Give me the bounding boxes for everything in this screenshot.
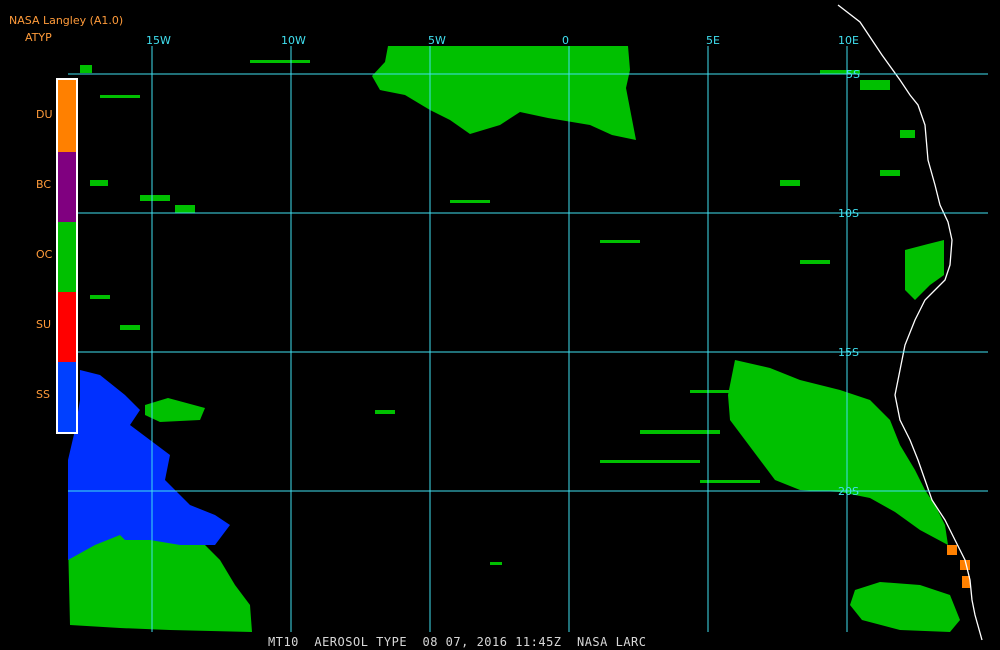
lon-label: 0 [562, 34, 569, 47]
lon-label: 5E [706, 34, 720, 47]
lon-label: 15W [146, 34, 171, 47]
lat-label: 5S [846, 68, 860, 81]
lon-label: 10W [281, 34, 306, 47]
product-title: NASA Langley (A1.0) [9, 14, 124, 27]
oc-speckles [80, 60, 915, 565]
lon-label: 10E [838, 34, 859, 47]
product-subtitle: ATYP [25, 31, 52, 44]
coastline [837, 4, 983, 641]
oc-small-west [145, 398, 205, 422]
legend-label-du: DU [36, 108, 53, 121]
legend-swatch-ss [58, 362, 76, 432]
legend-swatch-bc [58, 152, 76, 222]
aerosol-regions [68, 46, 970, 632]
legend-swatch-oc [58, 222, 76, 292]
lat-label: 15S [838, 346, 859, 359]
legend-label-bc: BC [36, 178, 52, 191]
ss-southwest [68, 370, 230, 560]
lon-label: 5W [428, 34, 446, 47]
color-legend [56, 78, 78, 434]
aerosol-map: 15W 10W 5W 0 5E 10E 5S 10S 15S 20S [68, 4, 988, 641]
oc-plume-north [372, 46, 636, 140]
oc-southeast-lower [850, 582, 960, 632]
lat-label: 10S [838, 207, 859, 220]
du-spot-1 [947, 545, 957, 555]
legend-label-oc: OC [36, 248, 53, 261]
legend-swatch-du [58, 80, 76, 152]
lat-label: 20S [838, 485, 859, 498]
legend-swatch-su [58, 292, 76, 362]
legend-label-su: SU [36, 318, 52, 331]
oc-coast-east [905, 240, 944, 300]
legend-label-ss: SS [36, 388, 50, 401]
footer-caption: MT10 AEROSOL TYPE 08 07, 2016 11:45Z NAS… [268, 635, 647, 649]
